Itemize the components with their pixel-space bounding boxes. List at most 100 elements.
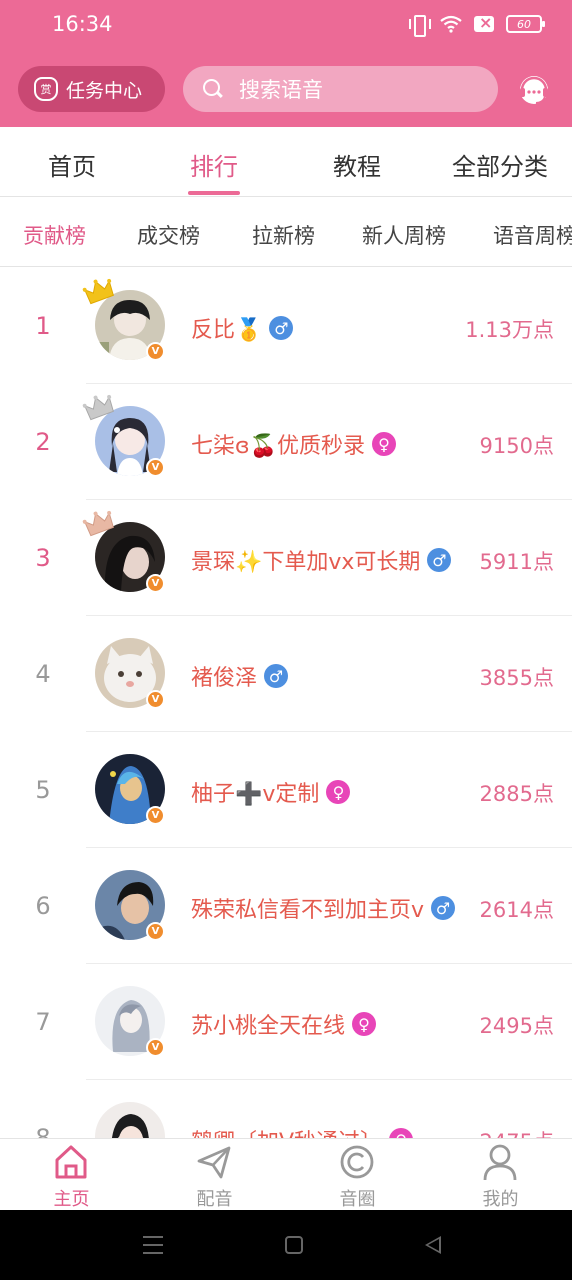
user-name-text: 柚子➕v定制 xyxy=(191,782,320,807)
female-icon: ♀ xyxy=(372,432,397,456)
male-icon: ♂ xyxy=(431,896,456,920)
user-name[interactable]: 景琛✨下单加vx可长期 ♂ xyxy=(191,544,452,576)
user-icon xyxy=(483,1144,517,1181)
tab-all-categories[interactable]: 全部分类 xyxy=(440,147,560,182)
send-icon xyxy=(197,1146,231,1179)
home-icon xyxy=(55,1145,87,1179)
verified-badge: V xyxy=(146,690,165,709)
points-value: 2885点 xyxy=(475,778,554,808)
list-item[interactable]: 2 V 七柒ɞ🍒优质秒录 ♀ 9150点 xyxy=(0,384,572,500)
back-icon[interactable] xyxy=(425,1236,441,1254)
task-center-label: 任务中心 xyxy=(66,79,143,102)
points-value: 3855点 xyxy=(475,662,554,692)
subtab-voice-weekly[interactable]: 语音周榜 xyxy=(493,220,572,250)
list-item[interactable]: 7 V 苏小桃全天在线 ♀ 2495点 xyxy=(0,964,572,1080)
points-value: 2495点 xyxy=(475,1010,554,1040)
bottom-nav: 主页 配音 音圈 我的 xyxy=(0,1138,572,1210)
rank-number: 4 xyxy=(35,660,51,688)
nav-profile-label: 我的 xyxy=(482,1189,519,1210)
tab-ranking[interactable]: 排行 xyxy=(154,147,274,182)
status-icons: 60 xyxy=(408,13,545,37)
points-value: 9150点 xyxy=(475,430,554,460)
subtab-newcomer-weekly[interactable]: 新人周榜 xyxy=(362,220,446,250)
ranking-list: 1 V 反比🥇 ♂ 1.13万点 2 V 七柒ɞ🍒优质秒录 ♀ 9150点 3 … xyxy=(0,268,572,1138)
user-name-text: 反比🥇 xyxy=(191,318,263,343)
rank-number: 5 xyxy=(35,776,51,804)
system-nav-bar xyxy=(0,1210,572,1280)
user-name[interactable]: 七柒ɞ🍒优质秒录 ♀ xyxy=(191,428,397,460)
status-time: 16:34 xyxy=(52,12,113,36)
vibrate-icon xyxy=(408,14,431,37)
nav-home[interactable]: 主页 xyxy=(0,1139,143,1211)
wifi-icon xyxy=(440,15,462,33)
nav-dubbing-label: 配音 xyxy=(196,1189,233,1210)
verified-badge: V xyxy=(146,574,165,593)
task-center-button[interactable]: 赏 任务中心 xyxy=(18,66,165,112)
rank-number: 8 xyxy=(35,1124,51,1138)
verified-badge: V xyxy=(146,342,165,361)
nav-circle[interactable]: 音圈 xyxy=(286,1139,429,1211)
search-icon xyxy=(203,79,223,99)
main-tabs: 首页 排行 教程 全部分类 xyxy=(0,127,572,197)
search-input[interactable]: 搜索语音 xyxy=(183,66,498,112)
female-icon: ♀ xyxy=(352,1012,377,1036)
task-icon: 赏 xyxy=(34,77,58,101)
recent-apps-icon[interactable] xyxy=(143,1236,163,1254)
user-name-text: 七柒ɞ🍒优质秒录 xyxy=(191,434,366,459)
nav-circle-label: 音圈 xyxy=(339,1189,376,1210)
user-name-text: 褚俊泽 xyxy=(191,666,258,691)
list-item[interactable]: 5 V 柚子➕v定制 ♀ 2885点 xyxy=(0,732,572,848)
user-name[interactable]: 柚子➕v定制 ♀ xyxy=(191,776,351,808)
user-name-text: 苏小桃全天在线 xyxy=(191,1014,346,1039)
user-name-text: 鹤卿〔加V秒通过〕 xyxy=(191,1124,382,1138)
male-icon: ♂ xyxy=(427,548,452,572)
user-name[interactable]: 鹤卿〔加V秒通过〕 ♀ xyxy=(191,1124,414,1138)
sim-off-icon xyxy=(474,13,494,32)
user-name[interactable]: 殊荣私信看不到加主页v ♂ xyxy=(191,892,456,924)
user-name[interactable]: 褚俊泽 ♂ xyxy=(191,660,289,692)
points-value: 5911点 xyxy=(475,546,554,576)
rank-number: 1 xyxy=(35,312,51,340)
list-item[interactable]: 1 V 反比🥇 ♂ 1.13万点 xyxy=(0,268,572,384)
rank-number: 3 xyxy=(35,544,51,572)
rank-number: 6 xyxy=(35,892,51,920)
female-icon: ♀ xyxy=(389,1128,414,1138)
customer-service-icon[interactable] xyxy=(516,72,552,108)
nav-home-label: 主页 xyxy=(53,1189,90,1210)
list-item[interactable]: 4 V 褚俊泽 ♂ 3855点 xyxy=(0,616,572,732)
nav-dubbing[interactable]: 配音 xyxy=(143,1139,286,1211)
user-name-text: 殊荣私信看不到加主页v xyxy=(191,898,425,923)
tab-home[interactable]: 首页 xyxy=(12,147,132,182)
home-button-icon[interactable] xyxy=(285,1236,303,1254)
female-icon: ♀ xyxy=(326,780,351,804)
list-item[interactable]: 8 鹤卿〔加V秒通过〕 ♀ 2475点 xyxy=(0,1080,572,1138)
subtab-contribution[interactable]: 贡献榜 xyxy=(23,220,86,250)
subtab-referral[interactable]: 拉新榜 xyxy=(252,220,315,250)
male-icon: ♂ xyxy=(264,664,289,688)
status-bar: 16:34 60 xyxy=(0,0,572,50)
male-icon: ♂ xyxy=(269,316,294,340)
nav-profile[interactable]: 我的 xyxy=(429,1139,572,1211)
verified-badge: V xyxy=(146,458,165,477)
list-item[interactable]: 3 V 景琛✨下单加vx可长期 ♂ 5911点 xyxy=(0,500,572,616)
user-name[interactable]: 反比🥇 ♂ xyxy=(191,312,294,344)
rank-number: 7 xyxy=(35,1008,51,1036)
circle-icon xyxy=(340,1145,374,1179)
active-tab-indicator xyxy=(188,191,240,195)
points-value: 1.13万点 xyxy=(461,314,554,344)
rank-number: 2 xyxy=(35,428,51,456)
avatar[interactable] xyxy=(95,1102,165,1138)
subtab-deals[interactable]: 成交榜 xyxy=(137,220,200,250)
points-value: 2614点 xyxy=(475,894,554,924)
tab-tutorial[interactable]: 教程 xyxy=(297,147,417,182)
user-name[interactable]: 苏小桃全天在线 ♀ xyxy=(191,1008,377,1040)
user-name-text: 景琛✨下单加vx可长期 xyxy=(191,550,421,575)
verified-badge: V xyxy=(146,922,165,941)
verified-badge: V xyxy=(146,806,165,825)
app-header: 16:34 60 赏 任务中心 搜索语音 xyxy=(0,0,572,127)
battery-icon: 60 xyxy=(506,15,545,33)
list-item[interactable]: 6 V 殊荣私信看不到加主页v ♂ 2614点 xyxy=(0,848,572,964)
points-value: 2475点 xyxy=(475,1126,554,1138)
search-placeholder: 搜索语音 xyxy=(239,78,323,102)
ranking-sub-tabs: 贡献榜 成交榜 拉新榜 新人周榜 语音周榜 xyxy=(0,198,572,267)
